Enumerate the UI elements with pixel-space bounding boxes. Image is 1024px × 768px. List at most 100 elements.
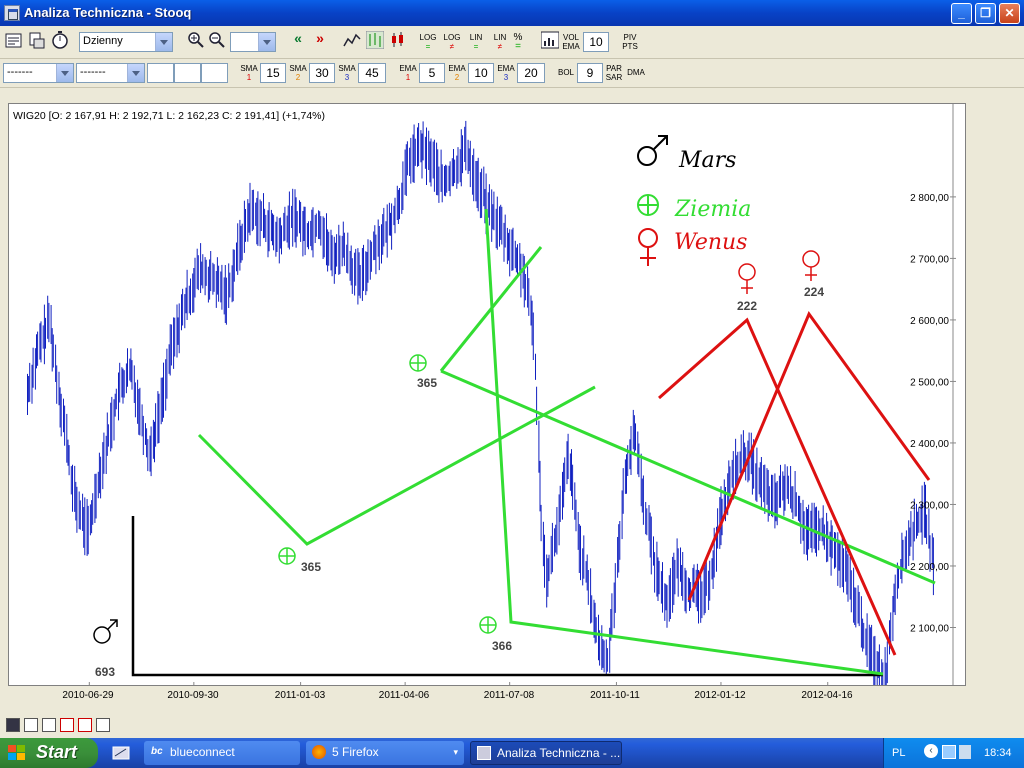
- title-bar: Analiza Techniczna - Stooq _ ❐ ✕: [0, 0, 1024, 26]
- venus-cycle-label-1: 222: [737, 299, 757, 313]
- x-tick-label: 2011-10-11: [590, 690, 640, 701]
- indicator-select-1[interactable]: -------: [3, 63, 74, 83]
- x-tick-label: 2011-07-08: [483, 690, 535, 701]
- scroll-forward-icon[interactable]: »: [312, 31, 328, 54]
- task-blueconnect[interactable]: bc blueconnect: [144, 741, 300, 765]
- chart-area: 2 800,00 2 700,00 2 600,00 2 500,00 2 400,00…: [0, 88, 1024, 714]
- ema2-input[interactable]: 10: [468, 63, 494, 83]
- log-not-equal-button[interactable]: LOG ≠: [442, 33, 462, 51]
- sma2-input[interactable]: 30: [309, 63, 335, 83]
- x-tick-label: 2011-04-06: [378, 690, 430, 701]
- indicator-select-2[interactable]: -------: [76, 63, 145, 83]
- save-icon[interactable]: [6, 718, 20, 732]
- chevron-down-icon: [56, 64, 73, 82]
- y-tick-label: 2 300,00: [910, 500, 949, 511]
- expand-icon[interactable]: [42, 718, 56, 732]
- minimize-button[interactable]: _: [951, 3, 972, 24]
- ema1-input[interactable]: 5: [419, 63, 445, 83]
- sma3-input[interactable]: 45: [358, 63, 386, 83]
- network-icon[interactable]: [942, 745, 956, 759]
- chevron-down-icon: [155, 33, 172, 51]
- y-tick-label: 2 700,00: [910, 254, 949, 265]
- earth-symbol-2: [278, 547, 296, 565]
- vol-ema-input[interactable]: 10: [583, 32, 609, 52]
- windows-logo-icon: [8, 745, 25, 760]
- ema1-label: EMA 1: [399, 64, 417, 82]
- ema3-input[interactable]: 20: [517, 63, 545, 83]
- scroll-back-icon[interactable]: «: [290, 31, 306, 54]
- y-tick-label: 2 600,00: [910, 316, 949, 327]
- venus-symbol-1: [738, 263, 756, 294]
- pivot-points-button[interactable]: PIV PTS: [620, 33, 640, 51]
- venus-cycle-lines: [658, 310, 931, 656]
- arrow-right-icon[interactable]: [78, 718, 92, 732]
- main-toolbar: Dzienny « » LOG = LOG ≠ LIN = LIN ≠ % = VOL EM…: [0, 26, 1024, 59]
- app-icon: [477, 746, 491, 760]
- bol-label: BOL: [557, 68, 574, 77]
- volume-icon[interactable]: [959, 745, 971, 759]
- price-chart: 2 800,00 2 700,00 2 600,00 2 500,00 2 400,00…: [13, 104, 956, 685]
- earth-symbol-3: [479, 616, 497, 634]
- volume-chart-icon[interactable]: [541, 31, 559, 49]
- mars-cycle-label: 693: [95, 665, 115, 679]
- legend-earth: Ziemia: [674, 197, 751, 222]
- arrow-left-icon[interactable]: [60, 718, 74, 732]
- sma1-label: SMA 1: [240, 64, 258, 82]
- lin-button[interactable]: LIN =: [466, 33, 486, 51]
- zoom-out-icon[interactable]: [208, 31, 226, 49]
- task-firefox[interactable]: 5 Firefox ▾: [306, 741, 464, 765]
- dma-button[interactable]: DMA: [626, 68, 646, 77]
- parabolic-sar-button[interactable]: PAR SAR: [605, 64, 623, 82]
- line-chart-icon[interactable]: [343, 31, 361, 49]
- system-tray: PL ‹ 18:34: [883, 738, 1024, 768]
- bol-input[interactable]: 9: [577, 63, 603, 83]
- earth-cycle-label-3: 366: [492, 639, 512, 653]
- chart-bottom-toolbar: [0, 716, 1024, 736]
- interval-select[interactable]: Dzienny: [79, 32, 173, 52]
- fit-window-icon[interactable]: [24, 718, 38, 732]
- x-tick-label: 2010-09-30: [167, 690, 219, 701]
- zoom-in-icon[interactable]: [187, 31, 205, 49]
- indicator-param-2[interactable]: [174, 63, 201, 83]
- venus-symbol-2: [802, 250, 820, 281]
- stopwatch-icon[interactable]: [51, 31, 69, 49]
- chevron-down-icon: [258, 33, 275, 51]
- sma1-input[interactable]: 15: [260, 63, 286, 83]
- y-tick-label: 2 800,00: [910, 193, 949, 204]
- close-button[interactable]: ✕: [999, 3, 1020, 24]
- window-title: Analiza Techniczna - Stooq: [24, 5, 192, 20]
- chevron-left-icon[interactable]: ‹: [924, 744, 938, 758]
- zoom-select[interactable]: [230, 32, 276, 52]
- lin-not-equal-button[interactable]: LIN ≠: [490, 33, 510, 51]
- venus-legend-icon: [638, 228, 658, 266]
- print-icon[interactable]: [96, 718, 110, 732]
- chart-window-icon[interactable]: [5, 32, 23, 50]
- log-button[interactable]: LOG =: [418, 33, 438, 51]
- task-analiza-techniczna[interactable]: Analiza Techniczna - ...: [470, 741, 622, 765]
- quick-launch-icon[interactable]: [112, 744, 130, 762]
- y-tick-label: 2 500,00: [910, 377, 949, 388]
- y-axis: 2 800,00 2 700,00 2 600,00 2 500,00 2 400,00…: [910, 104, 956, 685]
- earth-cycle-label-1: 365: [417, 376, 437, 390]
- clock: 18:34: [984, 747, 1012, 759]
- indicator-param-3[interactable]: [201, 63, 228, 83]
- language-indicator[interactable]: PL: [892, 747, 905, 759]
- indicator-toolbar: ------- ------- SMA 1 15 SMA 2 30 SMA 3 45 …: [0, 59, 1024, 88]
- y-tick-label: 2 200,00: [910, 562, 949, 573]
- firefox-icon: [312, 745, 326, 759]
- print-setup-icon[interactable]: [28, 32, 46, 50]
- x-tick-label: 2011-01-03: [274, 690, 326, 701]
- candlestick-icon[interactable]: [389, 31, 407, 49]
- maximize-button[interactable]: ❐: [975, 3, 996, 24]
- app-icon: [4, 5, 20, 21]
- percent-button[interactable]: % =: [511, 33, 525, 52]
- indicator-param-1[interactable]: [147, 63, 174, 83]
- x-axis: [88, 682, 829, 685]
- x-tick-label: 2012-04-16: [801, 690, 853, 701]
- taskbar: Start bc blueconnect 5 Firefox ▾ Analiza…: [0, 738, 1024, 768]
- start-button[interactable]: Start: [0, 738, 98, 768]
- ohlc-chart-icon[interactable]: [366, 31, 384, 49]
- x-tick-label: 2012-01-12: [694, 690, 746, 701]
- sma2-label: SMA 2: [289, 64, 307, 82]
- chart-plot[interactable]: 2 800,00 2 700,00 2 600,00 2 500,00 2 400,00…: [8, 103, 966, 686]
